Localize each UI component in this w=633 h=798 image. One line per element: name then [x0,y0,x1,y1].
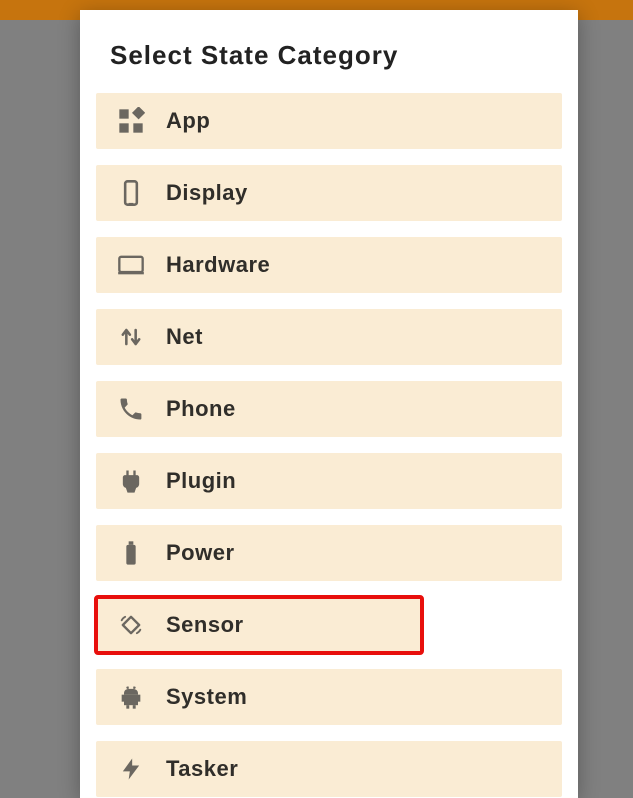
display-icon [96,179,166,207]
category-item-label: Sensor [166,612,244,638]
category-list: App Display Hardware Net [80,93,578,797]
dialog-title: Select State Category [80,10,578,93]
system-icon [96,683,166,711]
category-item-label: Phone [166,396,236,422]
category-item-display[interactable]: Display [96,165,562,221]
category-item-label: Net [166,324,203,350]
category-item-sensor[interactable]: Sensor [96,597,422,653]
category-item-app[interactable]: App [96,93,562,149]
category-item-label: Plugin [166,468,236,494]
phone-icon [96,395,166,423]
category-item-hardware[interactable]: Hardware [96,237,562,293]
category-item-label: App [166,108,210,134]
category-item-net[interactable]: Net [96,309,562,365]
select-state-category-dialog: Select State Category App Display Hardwa… [80,10,578,798]
sensor-icon [96,611,166,639]
category-item-tasker[interactable]: Tasker [96,741,562,797]
hardware-icon [96,251,166,279]
category-item-label: Tasker [166,756,238,782]
category-item-phone[interactable]: Phone [96,381,562,437]
apps-icon [96,107,166,135]
category-item-label: Display [166,180,248,206]
category-item-power[interactable]: Power [96,525,562,581]
category-item-label: System [166,684,247,710]
net-icon [96,323,166,351]
tasker-icon [96,755,166,783]
plugin-icon [96,467,166,495]
category-item-label: Power [166,540,235,566]
category-item-system[interactable]: System [96,669,562,725]
category-item-plugin[interactable]: Plugin [96,453,562,509]
power-icon [96,539,166,567]
category-item-label: Hardware [166,252,270,278]
